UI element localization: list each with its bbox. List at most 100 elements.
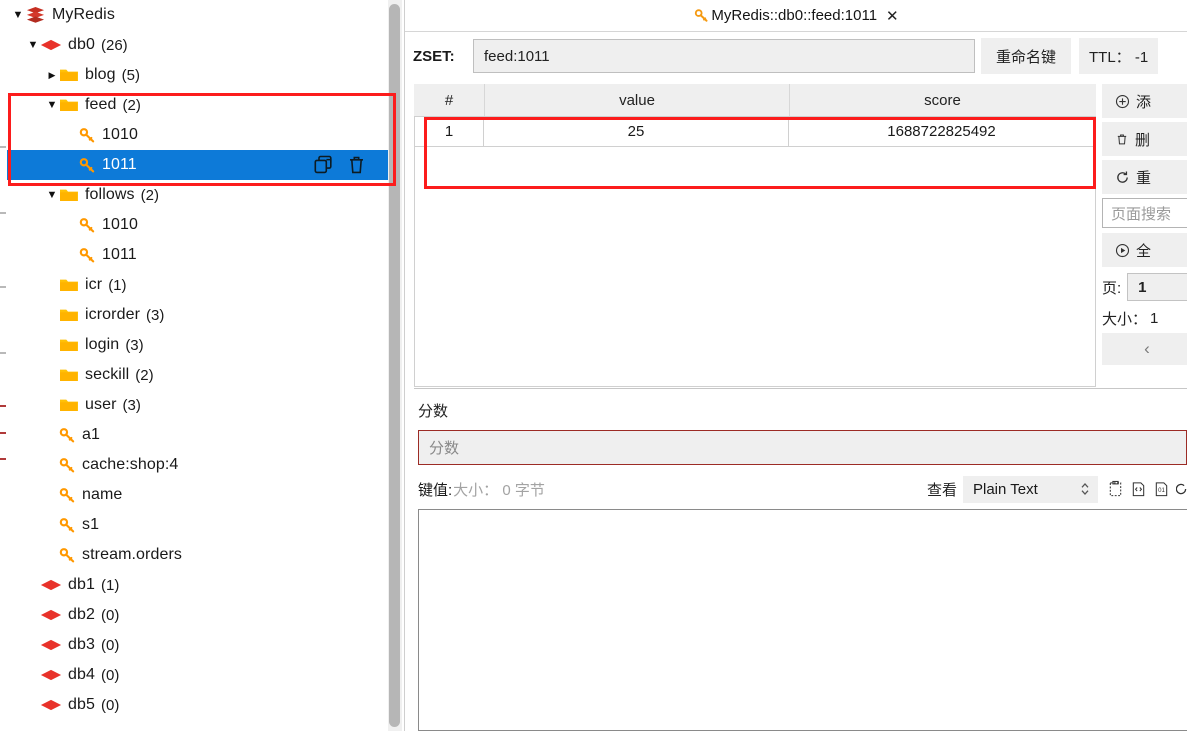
- tree-node-s1[interactable]: s1: [7, 510, 388, 540]
- prev-page-button[interactable]: ‹: [1102, 333, 1187, 365]
- row-value[interactable]: 25: [484, 117, 789, 146]
- page-number-input[interactable]: 1: [1127, 273, 1187, 301]
- close-icon[interactable]: ✕: [886, 7, 899, 25]
- tree-node-user[interactable]: user (3): [7, 390, 388, 420]
- key-tree-sidebar[interactable]: MyRedisdb0(26)blog(5)feed(2)10101011foll…: [7, 0, 388, 731]
- tree-node-seckill[interactable]: seckill (2): [7, 360, 388, 390]
- tree-node-count: (26): [101, 36, 128, 54]
- tree-node-count: (3): [125, 336, 144, 354]
- tree-node-db3[interactable]: db3 (0): [7, 630, 388, 660]
- reload-button[interactable]: 重: [1102, 160, 1187, 194]
- tree-node-label: name: [82, 486, 123, 503]
- code-view-icon[interactable]: [1130, 480, 1147, 498]
- chevron-down-icon[interactable]: [45, 100, 59, 111]
- chevron-updown-icon: [1079, 480, 1091, 498]
- tree-node-actions: [314, 150, 366, 180]
- reload-label: 重: [1136, 169, 1152, 187]
- key-tree: MyRedisdb0(26)blog(5)feed(2)10101011foll…: [7, 0, 388, 720]
- key-type-label: ZSET:: [413, 47, 455, 65]
- tree-node-1010[interactable]: 1010: [7, 210, 388, 240]
- column-header-score[interactable]: score: [790, 84, 1095, 116]
- tree-node-label: db3: [68, 636, 95, 653]
- tree-node-feed[interactable]: feed (2): [7, 90, 388, 120]
- tree-node-follows[interactable]: follows (2): [7, 180, 388, 210]
- tree-node-icr[interactable]: icr (1): [7, 270, 388, 300]
- delete-row-button[interactable]: 删: [1102, 122, 1187, 156]
- delete-key-icon[interactable]: [347, 155, 366, 175]
- tree-node-label: db4: [68, 666, 95, 683]
- key-icon: [79, 157, 96, 173]
- tree-node-label: a1: [82, 426, 100, 443]
- tree-node-blog[interactable]: blog (5): [7, 60, 388, 90]
- tree-node-login[interactable]: login (3): [7, 330, 388, 360]
- tree-node-count: (0): [101, 636, 120, 654]
- tree-node-label: 1011: [102, 156, 137, 173]
- binary-view-icon[interactable]: 01: [1153, 480, 1170, 498]
- scan-all-button[interactable]: 全: [1102, 233, 1187, 267]
- sidebar-scrollbar-thumb[interactable]: [389, 4, 400, 727]
- tree-node-count: (5): [121, 66, 140, 84]
- rename-key-button[interactable]: 重命名键: [981, 38, 1071, 74]
- tree-node-count: (3): [122, 396, 141, 414]
- tab-key-feed-1011[interactable]: MyRedis::db0::feed:1011 ✕: [694, 7, 899, 25]
- tree-node-label: s1: [82, 516, 100, 533]
- tree-node-label: blog: [85, 66, 116, 83]
- column-header-index[interactable]: #: [414, 84, 485, 116]
- delete-row-label: 删: [1135, 131, 1151, 149]
- tree-node-1010[interactable]: 1010: [7, 120, 388, 150]
- zset-table: # value score 1 25 1688722825492: [414, 84, 1096, 387]
- value-textarea[interactable]: [418, 509, 1187, 731]
- tree-node-label: db5: [68, 696, 95, 713]
- column-header-value[interactable]: value: [485, 84, 790, 116]
- tree-node-db5[interactable]: db5 (0): [7, 690, 388, 720]
- page-search-input[interactable]: 页面搜索: [1102, 198, 1187, 228]
- chevron-down-icon[interactable]: [26, 40, 40, 51]
- tree-node-label: seckill: [85, 366, 130, 383]
- tree-node-count: (2): [135, 366, 154, 384]
- chevron-down-icon[interactable]: [45, 190, 59, 201]
- ttl-button[interactable]: TTL： -1: [1079, 38, 1159, 74]
- add-row-button[interactable]: 添: [1102, 84, 1187, 118]
- value-tool-icons: 01: [1107, 480, 1187, 498]
- table-actions-column: 添 删 重 页面搜索 全 页: 1 大小： 1 ‹: [1102, 84, 1187, 365]
- tree-node-stream-orders[interactable]: stream.orders: [7, 540, 388, 570]
- scan-all-label: 全: [1136, 242, 1152, 260]
- tree-node-db4[interactable]: db4 (0): [7, 660, 388, 690]
- tree-node-cache-shop-4[interactable]: cache:shop:4: [7, 450, 388, 480]
- view-mode-select[interactable]: Plain Text: [963, 475, 1098, 503]
- chevron-down-icon[interactable]: [11, 10, 25, 21]
- tree-node-db2[interactable]: db2 (0): [7, 600, 388, 630]
- table-row[interactable]: 1 25 1688722825492: [415, 117, 1095, 147]
- row-score[interactable]: 1688722825492: [789, 117, 1094, 146]
- table-header-row: # value score: [414, 84, 1096, 117]
- tree-node-name[interactable]: name: [7, 480, 388, 510]
- paste-clipboard-icon[interactable]: [1107, 480, 1124, 498]
- tree-node-label: 1010: [102, 126, 138, 143]
- chevron-right-icon[interactable]: [45, 70, 59, 81]
- tree-node-label: feed: [85, 96, 117, 113]
- trash-icon: [1115, 132, 1129, 147]
- folder-icon: [59, 397, 79, 413]
- key-icon: [59, 457, 76, 473]
- copy-key-icon[interactable]: [314, 155, 336, 175]
- score-input[interactable]: 分数: [418, 430, 1187, 465]
- horizontal-splitter[interactable]: [414, 388, 1187, 389]
- view-label: 查看: [926, 481, 957, 499]
- tree-node-db0[interactable]: db0 (26): [7, 30, 388, 60]
- value-label: 键值:: [418, 481, 453, 499]
- tree-node-1011[interactable]: 1011: [7, 240, 388, 270]
- tree-node-db1[interactable]: db1 (1): [7, 570, 388, 600]
- tree-node-a1[interactable]: a1: [7, 420, 388, 450]
- row-index[interactable]: 1: [415, 117, 484, 146]
- key-name-input[interactable]: feed:1011: [473, 39, 975, 73]
- tab-bar: MyRedis::db0::feed:1011 ✕: [405, 0, 1187, 32]
- tree-node-label: db2: [68, 606, 95, 623]
- play-circle-icon: [1115, 243, 1130, 258]
- tree-node-MyRedis[interactable]: MyRedis: [7, 0, 388, 30]
- stack-icon: [25, 6, 46, 25]
- refresh-value-icon[interactable]: [1176, 480, 1187, 498]
- tree-node-icrorder[interactable]: icrorder (3): [7, 300, 388, 330]
- tree-node-1011[interactable]: 1011: [7, 150, 388, 180]
- tree-node-label: login: [85, 336, 120, 353]
- page-size-value: 1: [1150, 309, 1159, 327]
